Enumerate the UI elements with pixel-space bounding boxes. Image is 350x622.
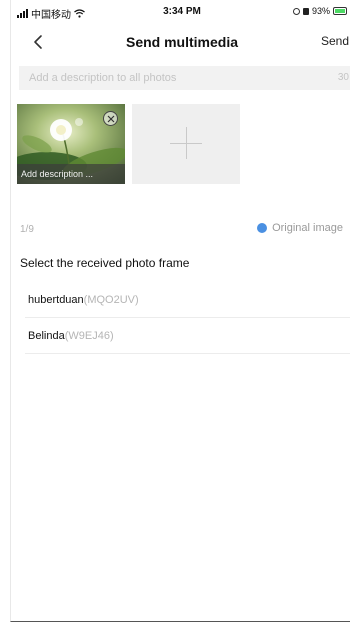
frame-id: (W9EJ46) (64, 330, 114, 342)
lock-icon (302, 7, 309, 15)
frame-label: Belinda(W9EJ46) (28, 330, 114, 342)
description-row: 30 (19, 66, 350, 90)
location-icon (292, 7, 300, 15)
radio-selected-icon (257, 223, 268, 233)
section-title: Select the received photo frame (20, 256, 190, 270)
status-right: 93% (292, 6, 347, 16)
frame-label: hubertduan(MQO2UV) (28, 294, 139, 306)
close-icon (107, 115, 114, 122)
description-input[interactable] (29, 66, 309, 90)
page-title: Send multimedia (125, 34, 239, 50)
plus-icon-vertical (186, 127, 187, 159)
frame-id: (MQO2UV) (83, 294, 139, 306)
original-image-toggle[interactable]: Original image (257, 222, 343, 234)
app-screen: 中国移动 3:34 PM 93% Send multimedia Send 30 (10, 0, 350, 622)
battery-icon (333, 7, 347, 15)
frame-name: hubertduan (28, 294, 84, 306)
original-image-label: Original image (272, 222, 343, 234)
photo-count: 1/9 (20, 224, 34, 235)
frame-name: Belinda (28, 330, 65, 342)
list-item[interactable]: hubertduan(MQO2UV) (25, 282, 350, 318)
status-bar: 中国移动 3:34 PM 93% (11, 0, 350, 22)
remove-photo-icon[interactable] (103, 111, 118, 126)
add-description-label: Add description ... (21, 169, 94, 179)
list-item[interactable]: Belinda(W9EJ46) (25, 318, 350, 354)
add-photo-button[interactable] (132, 104, 240, 184)
nav-bar: Send multimedia Send (11, 22, 350, 62)
battery-percent: 93% (311, 6, 330, 16)
description-char-limit: 30 (337, 72, 349, 83)
send-button[interactable]: Send (321, 34, 349, 48)
add-description-bar[interactable]: Add description ... (17, 164, 125, 184)
